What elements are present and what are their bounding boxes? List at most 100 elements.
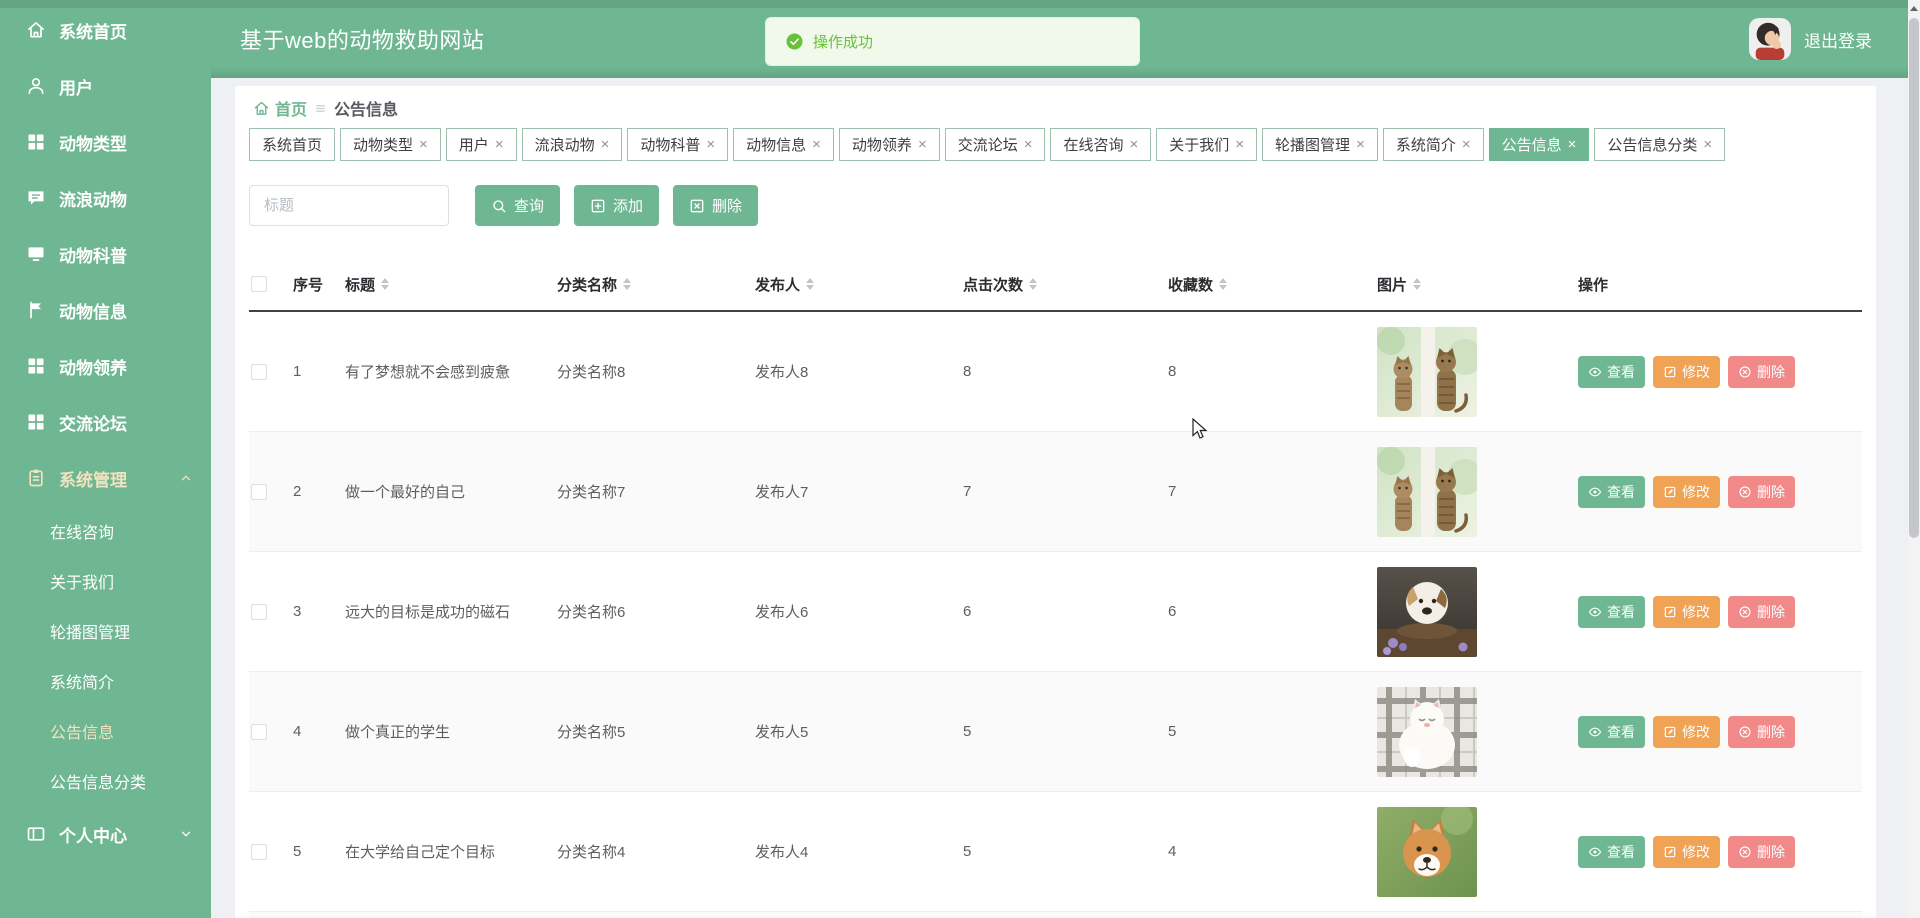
tab-11[interactable]: 系统简介× <box>1383 128 1484 161</box>
scroll-up-button[interactable] <box>1908 0 1920 16</box>
view-button[interactable]: 查看 <box>1578 716 1645 748</box>
row-delete-button[interactable]: 删除 <box>1728 476 1795 508</box>
tab-7[interactable]: 交流论坛× <box>945 128 1046 161</box>
sidebar-subitem-0[interactable]: 在线咨询 <box>0 506 211 556</box>
sidebar-item-5[interactable]: 动物信息 <box>0 282 211 338</box>
row-delete-button[interactable]: 删除 <box>1728 596 1795 628</box>
row-checkbox[interactable] <box>251 724 267 740</box>
tab-8[interactable]: 在线咨询× <box>1050 128 1151 161</box>
select-all-checkbox[interactable] <box>251 276 267 292</box>
sidebar-item-personal[interactable]: 个人中心 <box>0 806 211 862</box>
tab-close-icon[interactable]: × <box>1235 137 1244 152</box>
sidebar-subitem-3[interactable]: 系统简介 <box>0 656 211 706</box>
tab-close-icon[interactable]: × <box>1568 137 1577 152</box>
query-button-label: 查询 <box>514 195 544 216</box>
add-button[interactable]: 添加 <box>574 185 659 226</box>
edit-button[interactable]: 修改 <box>1653 476 1720 508</box>
sidebar-subitem-4[interactable]: 公告信息 <box>0 706 211 756</box>
tab-close-icon[interactable]: × <box>1130 137 1139 152</box>
circle-close-icon <box>1738 485 1752 499</box>
tab-10[interactable]: 轮播图管理 × <box>1262 128 1378 161</box>
avatar[interactable] <box>1749 18 1791 60</box>
tab-close-icon[interactable]: × <box>601 137 610 152</box>
tab-9[interactable]: 关于我们× <box>1156 128 1257 161</box>
tab-0[interactable]: 系统首页 <box>249 128 335 161</box>
table-row-1: 1有了梦想就不会感到疲惫分类名称8发布人888查看修改删除 <box>249 312 1862 432</box>
tab-5[interactable]: 动物信息× <box>733 128 834 161</box>
cell-index: 1 <box>293 363 345 380</box>
row-checkbox[interactable] <box>251 484 267 500</box>
sort-carets-icon[interactable] <box>1219 278 1227 290</box>
tab-close-icon[interactable]: × <box>419 137 428 152</box>
sidebar-item-7[interactable]: 交流论坛 <box>0 394 211 450</box>
chevron-down-icon <box>179 827 193 841</box>
page-scrollbar[interactable] <box>1908 0 1920 918</box>
eye-icon <box>1588 605 1602 619</box>
column-header-label: 图片 <box>1377 274 1407 295</box>
sidebar-item-1[interactable]: 用户 <box>0 58 211 114</box>
tab-2[interactable]: 用户× <box>446 128 517 161</box>
delete-button[interactable]: 删除 <box>673 185 758 226</box>
column-header-label: 收藏数 <box>1168 274 1213 295</box>
tab-12[interactable]: 公告信息× <box>1489 128 1590 161</box>
tab-close-icon[interactable]: × <box>1356 137 1365 152</box>
row-checkbox[interactable] <box>251 844 267 860</box>
tab-close-icon[interactable]: × <box>812 137 821 152</box>
cell-index: 2 <box>293 483 345 500</box>
cell-clicks: 6 <box>963 603 1168 620</box>
tab-1[interactable]: 动物类型× <box>340 128 441 161</box>
column-header: 标题 <box>345 274 557 295</box>
breadcrumb-home[interactable]: 首页 <box>253 96 307 120</box>
sidebar: 系统首页用户动物类型流浪动物动物科普动物信息动物领养交流论坛系统管理在线咨询关于… <box>0 0 211 918</box>
sidebar-subitem-label: 公告信息 <box>50 719 114 743</box>
sidebar-item-2[interactable]: 动物类型 <box>0 114 211 170</box>
tab-close-icon[interactable]: × <box>1024 137 1033 152</box>
sidebar-subitem-2[interactable]: 轮播图管理 <box>0 606 211 656</box>
sidebar-item-label: 系统管理 <box>59 466 127 491</box>
title-search-input[interactable] <box>249 185 449 226</box>
tab-close-icon[interactable]: × <box>495 137 504 152</box>
sort-carets-icon[interactable] <box>623 278 631 290</box>
logout-button[interactable]: 退出登录 <box>1804 27 1872 52</box>
edit-button[interactable]: 修改 <box>1653 596 1720 628</box>
sort-carets-icon[interactable] <box>1029 278 1037 290</box>
sidebar-item-8[interactable]: 系统管理 <box>0 450 211 506</box>
tab-4[interactable]: 动物科普× <box>627 128 728 161</box>
sort-carets-icon[interactable] <box>1413 278 1421 290</box>
scrollbar-thumb[interactable] <box>1909 18 1919 538</box>
sidebar-subitem-1[interactable]: 关于我们 <box>0 556 211 606</box>
cell-publisher: 发布人7 <box>755 481 963 502</box>
sidebar-item-4[interactable]: 动物科普 <box>0 226 211 282</box>
tab-13[interactable]: 公告信息分类× <box>1594 128 1725 161</box>
tab-close-icon[interactable]: × <box>706 137 715 152</box>
row-checkbox[interactable] <box>251 604 267 620</box>
tab-close-icon[interactable]: × <box>918 137 927 152</box>
tab-close-icon[interactable]: × <box>1462 137 1471 152</box>
tab-close-icon[interactable]: × <box>1703 137 1712 152</box>
tab-6[interactable]: 动物领养× <box>839 128 940 161</box>
view-button[interactable]: 查看 <box>1578 836 1645 868</box>
edit-button[interactable]: 修改 <box>1653 716 1720 748</box>
cell-publisher: 发布人5 <box>755 721 963 742</box>
sidebar-item-label: 动物领养 <box>59 354 127 379</box>
view-button[interactable]: 查看 <box>1578 596 1645 628</box>
row-delete-button[interactable]: 删除 <box>1728 716 1795 748</box>
sort-carets-icon[interactable] <box>381 278 389 290</box>
edit-button[interactable]: 修改 <box>1653 836 1720 868</box>
tab-3[interactable]: 流浪动物× <box>522 128 623 161</box>
edit-button[interactable]: 修改 <box>1653 356 1720 388</box>
sidebar-item-6[interactable]: 动物领养 <box>0 338 211 394</box>
row-checkbox[interactable] <box>251 364 267 380</box>
row-delete-button[interactable]: 删除 <box>1728 836 1795 868</box>
view-button[interactable]: 查看 <box>1578 356 1645 388</box>
sidebar-item-label: 用户 <box>59 74 93 99</box>
row-delete-button[interactable]: 删除 <box>1728 356 1795 388</box>
sidebar-item-0[interactable]: 系统首页 <box>0 2 211 58</box>
tab-label: 轮播图管理 <box>1275 134 1350 155</box>
sidebar-item-3[interactable]: 流浪动物 <box>0 170 211 226</box>
sort-carets-icon[interactable] <box>806 278 814 290</box>
query-button[interactable]: 查询 <box>475 185 560 226</box>
view-button[interactable]: 查看 <box>1578 476 1645 508</box>
column-header-label: 发布人 <box>755 274 800 295</box>
sidebar-subitem-5[interactable]: 公告信息分类 <box>0 756 211 806</box>
